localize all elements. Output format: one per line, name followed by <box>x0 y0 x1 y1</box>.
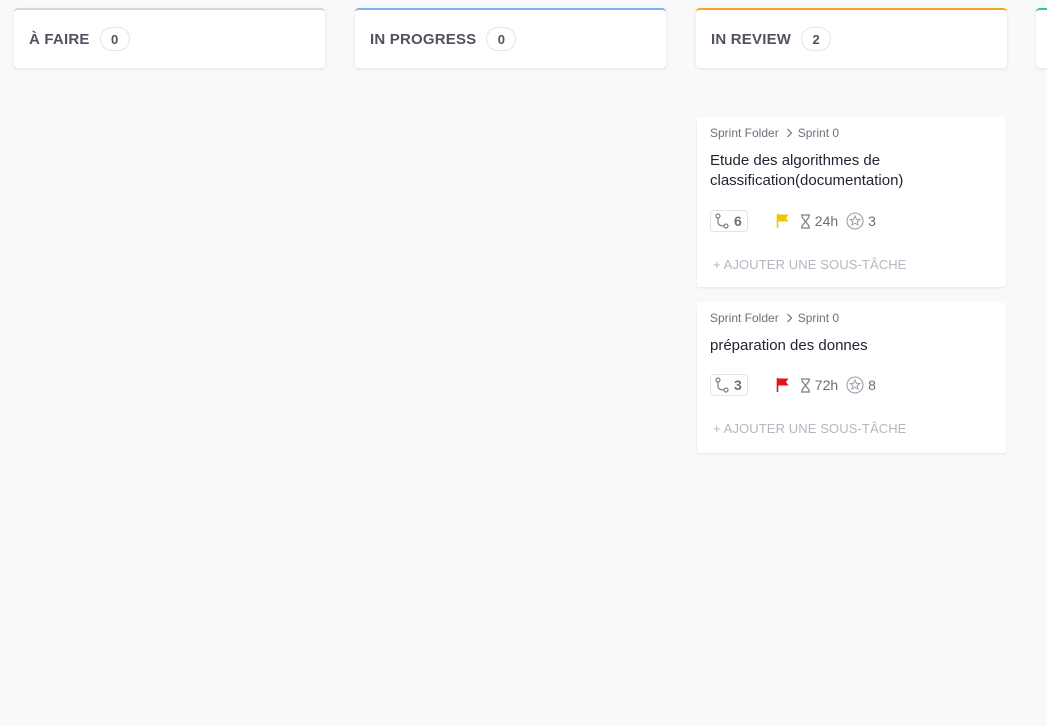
column-count-badge: 0 <box>486 27 517 51</box>
story-points[interactable]: 8 <box>846 376 876 394</box>
breadcrumb-folder[interactable]: Sprint Folder <box>710 311 779 325</box>
hourglass-icon <box>800 377 810 393</box>
column-count-badge: 0 <box>99 27 130 51</box>
time-estimate[interactable]: 24h <box>800 213 838 229</box>
add-subtask-button[interactable]: + AJOUTER UNE SOUS-TÂCHE <box>710 257 993 272</box>
task-meta: 3 72h 8 <box>710 373 993 397</box>
add-subtask-button[interactable]: + AJOUTER UNE SOUS-TÂCHE <box>710 421 993 436</box>
task-title[interactable]: Etude des algorithmes de classification(… <box>710 151 940 191</box>
subtask-count: 6 <box>734 213 742 229</box>
subtask-count: 3 <box>734 377 742 393</box>
flag-yellow-icon[interactable] <box>776 213 790 229</box>
subtask-icon <box>715 377 729 393</box>
column-header-todo[interactable]: À FAIRE 0 <box>14 8 325 68</box>
task-meta: 6 24h 3 <box>710 209 993 233</box>
star-points-icon <box>846 376 864 394</box>
points-value: 3 <box>868 213 876 229</box>
hourglass-icon <box>800 213 810 229</box>
kanban-board: À FAIRE 0 IN PROGRESS 0 IN REVIEW 2 Spri… <box>0 0 1047 726</box>
breadcrumb: Sprint Folder Sprint 0 <box>710 311 993 325</box>
column-count-badge: 2 <box>801 27 832 51</box>
subtasks-button[interactable]: 6 <box>710 210 748 232</box>
column-title: IN PROGRESS <box>370 30 477 48</box>
task-card[interactable]: Sprint Folder Sprint 0 Etude des algorit… <box>697 117 1006 287</box>
column-header-next[interactable] <box>1036 8 1047 68</box>
subtasks-button[interactable]: 3 <box>710 374 748 396</box>
subtask-icon <box>715 213 729 229</box>
time-value: 72h <box>814 377 839 393</box>
breadcrumb-sprint[interactable]: Sprint 0 <box>798 126 839 140</box>
story-points[interactable]: 3 <box>846 212 876 230</box>
column-title: À FAIRE <box>29 30 90 48</box>
breadcrumb-sprint[interactable]: Sprint 0 <box>798 311 839 325</box>
breadcrumb-folder[interactable]: Sprint Folder <box>710 126 779 140</box>
task-title[interactable]: préparation des donnes <box>710 336 993 356</box>
chevron-right-icon <box>785 313 795 323</box>
flag-red-icon[interactable] <box>776 377 790 393</box>
points-value: 8 <box>868 377 876 393</box>
task-card[interactable]: Sprint Folder Sprint 0 préparation des d… <box>697 302 1006 453</box>
star-points-icon <box>846 212 864 230</box>
breadcrumb: Sprint Folder Sprint 0 <box>710 126 993 140</box>
column-header-in-review[interactable]: IN REVIEW 2 <box>696 8 1007 68</box>
column-header-in-progress[interactable]: IN PROGRESS 0 <box>355 8 666 68</box>
time-value: 24h <box>814 213 839 229</box>
column-title: IN REVIEW <box>711 30 792 48</box>
chevron-right-icon <box>785 128 795 138</box>
time-estimate[interactable]: 72h <box>800 377 838 393</box>
